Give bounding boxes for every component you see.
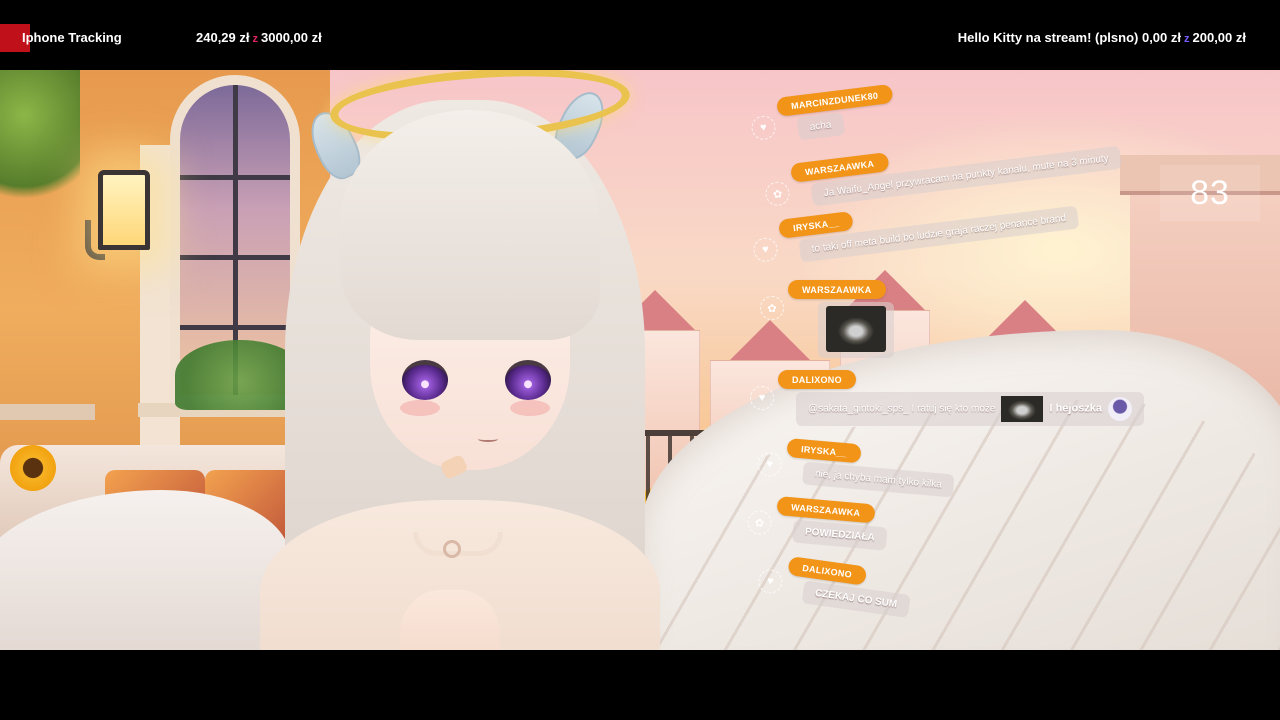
left-goal-current: 240,29 zł bbox=[196, 30, 250, 45]
right-eye bbox=[505, 360, 551, 400]
right-goal: Hello Kitty na stream! (plsno) 0,00 zł z 2… bbox=[958, 30, 1246, 45]
mouth bbox=[478, 436, 498, 442]
left-eye bbox=[402, 360, 448, 400]
left-wing bbox=[0, 490, 290, 650]
blush bbox=[510, 400, 550, 416]
viewer-counter: 83 bbox=[1160, 165, 1260, 221]
character-bangs bbox=[340, 110, 600, 340]
goal-bar: Iphone Tracking 240,29 zł z 3000,00 zł Hel… bbox=[0, 0, 1280, 70]
right-goal-target: 200,00 zł bbox=[1192, 30, 1247, 45]
stream-video: 83 bbox=[0, 70, 1280, 650]
right-goal-current: 0,00 zł bbox=[1141, 30, 1181, 45]
goal-separator: z bbox=[1184, 33, 1190, 45]
goal-separator: z bbox=[252, 33, 259, 45]
blush bbox=[400, 400, 440, 416]
letterbox-bottom bbox=[0, 650, 1280, 720]
left-goal-title: Iphone Tracking bbox=[22, 30, 122, 45]
choker-ring bbox=[443, 540, 461, 558]
right-goal-title: Hello Kitty na stream! (plsno) bbox=[957, 30, 1139, 45]
left-goal-target: 3000,00 zł bbox=[261, 30, 322, 45]
character-hands bbox=[400, 590, 500, 650]
sunflower-icon bbox=[10, 445, 56, 491]
balcony-ledge bbox=[0, 404, 95, 420]
vines-decor bbox=[0, 70, 80, 220]
wall-lamp-icon bbox=[98, 170, 150, 250]
left-goal-amount: 240,29 zł z 3000,00 zł bbox=[196, 30, 322, 45]
